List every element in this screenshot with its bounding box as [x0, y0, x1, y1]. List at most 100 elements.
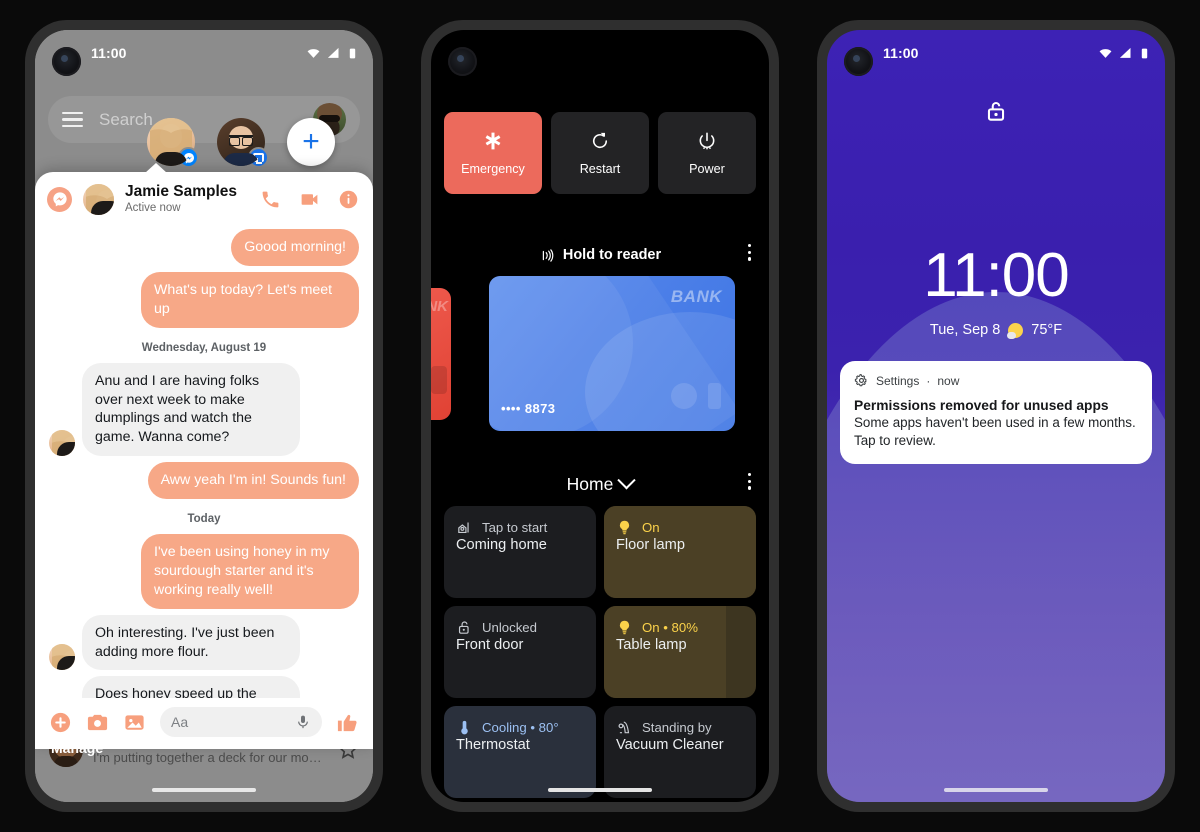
control-table-lamp[interactable]: On • 80% Table lamp — [604, 606, 756, 698]
control-state: Standing by — [642, 720, 712, 735]
phone-messenger: 11:00 Search PRIMARY — [25, 20, 383, 812]
date-divider: Wednesday, August 19 — [141, 341, 267, 354]
lockscreen-temperature: 75°F — [1031, 322, 1063, 338]
wallet-hold-to-reader: Hold to reader — [431, 242, 769, 268]
notification-app-name: Settings — [876, 373, 920, 388]
status-icons — [306, 46, 359, 61]
gesture-bar — [548, 788, 652, 792]
lock-open-icon — [458, 621, 469, 634]
avatar[interactable] — [83, 183, 114, 215]
battery-icon — [1141, 48, 1148, 58]
phone-lockscreen: 11:00 11:00 Tue, Sep 8 75°F Settings · n… — [817, 20, 1175, 812]
search-input[interactable]: Search — [99, 110, 153, 130]
control-front-door[interactable]: Unlocked Front door — [444, 606, 596, 698]
restart-label: Restart — [579, 161, 621, 176]
camera-icon[interactable] — [86, 711, 109, 734]
notification-card[interactable]: Settings · now Permissions removed for u… — [840, 361, 1152, 465]
card-network-logo — [671, 383, 697, 409]
control-state-row: Unlocked — [456, 619, 584, 636]
vacuum-icon — [618, 721, 630, 734]
emergency-asterisk-icon — [485, 132, 501, 149]
contact-name: Jamie Samples — [125, 183, 238, 200]
mic-icon[interactable] — [295, 714, 311, 730]
sun-icon — [1007, 322, 1024, 339]
message-input-field[interactable]: Aa — [160, 707, 322, 737]
power-icon — [699, 132, 715, 149]
chat-message-list[interactable]: Goood morning! What's up today? Let's me… — [35, 225, 373, 698]
restart-button[interactable]: Restart — [551, 112, 649, 194]
card-brand-label: BANK — [670, 287, 722, 306]
chat-header-actions — [260, 189, 359, 210]
control-name: Thermostat — [456, 737, 530, 753]
message-row: I've been using honey in my sourdough st… — [49, 534, 359, 609]
control-name: Vacuum Cleaner — [616, 737, 724, 753]
control-state-row: On • 80% — [616, 619, 744, 636]
control-state: On — [642, 520, 660, 535]
battery-icon — [349, 48, 356, 58]
signal-icon — [1119, 47, 1131, 58]
emergency-button[interactable]: Emergency — [444, 112, 542, 194]
info-icon[interactable] — [338, 189, 359, 210]
message-bubble-incoming: Does honey speed up the process? — [82, 676, 300, 698]
plus-icon[interactable] — [49, 711, 72, 734]
avatar — [49, 644, 75, 671]
notification-time: now — [937, 373, 960, 388]
status-icons — [1098, 46, 1151, 61]
chevron-down-icon[interactable] — [617, 470, 637, 489]
notification-title: Permissions removed for unused apps — [854, 398, 1109, 413]
wallet-card-previous[interactable]: BANK — [431, 288, 451, 420]
control-state-row: Standing by — [616, 719, 744, 736]
power-menu-row: Emergency Restart Power — [444, 112, 756, 194]
gesture-bar — [152, 788, 256, 792]
gallery-icon[interactable] — [123, 711, 146, 734]
control-thermostat[interactable]: Cooling • 80° Thermostat — [444, 706, 596, 798]
avatar — [217, 118, 265, 166]
card-chip — [431, 366, 447, 394]
control-coming-home[interactable]: Tap to start Coming home — [444, 506, 596, 598]
home-more-vertical-icon[interactable] — [747, 473, 751, 490]
nfc-icon — [542, 248, 554, 262]
control-vacuum-cleaner[interactable]: Standing by Vacuum Cleaner — [604, 706, 756, 798]
home-selector[interactable]: Home — [431, 468, 769, 500]
emergency-label: Emergency — [461, 161, 525, 176]
card-brand-label: BANK — [431, 298, 448, 315]
power-off-button[interactable]: Power — [658, 112, 756, 194]
restart-icon — [593, 132, 608, 148]
add-bubble-button[interactable]: + — [287, 118, 335, 166]
screenshot-stage: 11:00 Search PRIMARY — [0, 0, 1200, 832]
phone-power-wallet-home: Emergency Restart Power Hold to reader B — [421, 20, 779, 812]
messenger-icon[interactable] — [47, 186, 72, 212]
control-floor-lamp[interactable]: On Floor lamp — [604, 506, 756, 598]
chat-title: Jamie Samples Active now — [125, 183, 249, 215]
lightbulb-icon — [619, 520, 630, 535]
wallet-more-vertical-icon[interactable] — [747, 244, 751, 261]
notification-separator: · — [926, 373, 931, 388]
scene-icon — [458, 522, 469, 534]
front-camera-cutout — [448, 47, 477, 76]
wifi-icon — [1099, 48, 1112, 58]
wallet-card-active[interactable]: BANK •••• 8873 — [489, 276, 735, 431]
message-bubble-incoming: Oh interesting. I've just been adding mo… — [82, 614, 300, 671]
avatar — [49, 430, 75, 457]
message-input-placeholder[interactable]: Aa — [171, 714, 289, 730]
thumbs-up-icon[interactable] — [336, 711, 359, 734]
notification-body: Some apps haven't been used in a few mon… — [854, 415, 1136, 449]
manage-bubbles-button[interactable]: Manage — [51, 740, 103, 756]
phone3-status-bar: 11:00 — [827, 30, 1165, 76]
chat-head-jamie[interactable] — [147, 118, 199, 168]
control-name: Floor lamp — [616, 537, 685, 553]
chat-head-alex[interactable] — [217, 118, 269, 168]
lock-open-icon[interactable] — [983, 98, 1009, 124]
wallet-card-carousel[interactable]: BANK BANK •••• 8873 — [431, 276, 769, 432]
call-icon[interactable] — [260, 189, 281, 210]
message-bubble-outgoing: Aww yeah I'm in! Sounds fun! — [147, 462, 359, 500]
hamburger-menu-icon[interactable] — [62, 111, 83, 128]
control-state: On • 80% — [642, 620, 698, 635]
phone1-screen: 11:00 Search PRIMARY — [35, 30, 373, 802]
lockscreen-clock: 11:00 — [923, 241, 1070, 310]
home-controls-grid: Tap to start Coming home On Floor lamp U… — [444, 506, 756, 798]
phone3-screen: 11:00 11:00 Tue, Sep 8 75°F Settings · n… — [827, 30, 1165, 802]
front-camera-cutout — [52, 47, 81, 76]
video-icon[interactable] — [299, 189, 320, 210]
thermometer-icon — [461, 720, 468, 735]
